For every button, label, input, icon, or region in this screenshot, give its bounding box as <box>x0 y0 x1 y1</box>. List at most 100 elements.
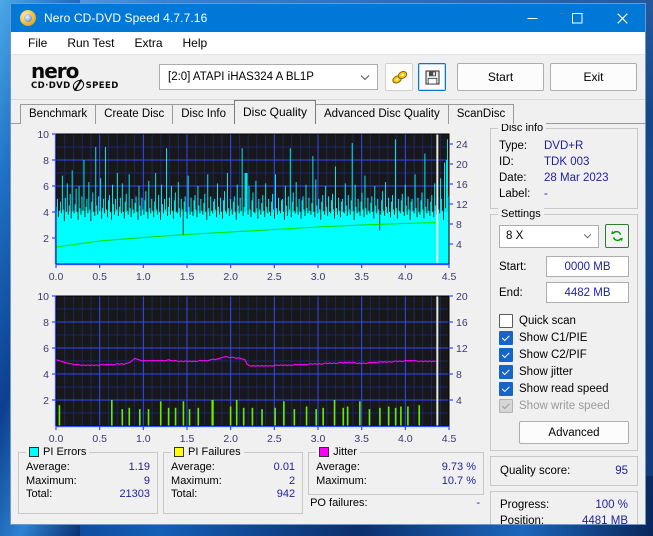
logo-sub-left: CD·DVD <box>31 80 71 91</box>
svg-text:4.0: 4.0 <box>398 433 413 445</box>
tab-content-disc-quality: 2 4 6 8 10 4 8 12 16 20 24 0.0 0.5 1.0 1.5 2.0 2.5 3.0 3.5… <box>11 122 645 524</box>
pi-failures-swatch <box>174 447 185 457</box>
quality-score-label: Quality score: <box>500 465 571 477</box>
disc-label-label: Label: <box>499 188 531 200</box>
svg-text:2.5: 2.5 <box>267 433 282 445</box>
jitter-pif-chart-svg[interactable]: 2 4 6 8 10 4 8 12 16 20 0.0 0.5 1.0 1.5 2.0 2.5 3.0 3.5 4.… <box>18 290 477 448</box>
checkbox-quick-scan[interactable]: Quick scan <box>499 312 629 329</box>
disc-type-value: DVD+R <box>544 140 584 152</box>
pi-failures-legend-label: PI Failures <box>188 446 241 458</box>
pi-failures-stats: PI Failures Average: 0.01 Maximum: 2 Total… <box>163 446 304 514</box>
checkbox-box <box>499 330 513 345</box>
checkbox-show-read-speed[interactable]: Show read speed <box>499 380 629 397</box>
pi-failures-total-value: 942 <box>276 488 296 500</box>
progress-value: 100 % <box>595 499 628 511</box>
window-title: Nero CD-DVD Speed 4.7.7.16 <box>44 11 208 25</box>
quality-score-box: Quality score: 95 <box>490 456 638 486</box>
checkbox-box <box>499 364 513 379</box>
speed-select[interactable]: 8 X <box>499 224 599 248</box>
checkbox-label: Show C1/PIE <box>519 331 588 344</box>
jitter-maximum-value: 10.7 % <box>441 474 476 487</box>
eject-disc-button[interactable] <box>385 63 413 91</box>
end-mb-label: End: <box>499 286 523 299</box>
pi-failures-total-label: Total: <box>171 488 198 500</box>
save-results-button[interactable] <box>418 63 446 91</box>
refresh-button[interactable] <box>605 224 629 248</box>
pi-errors-chart: 2 4 6 8 10 4 8 12 16 20 24 0.0 0.5 1.0 1.5 2.0 2.5 3.0 3.5… <box>18 128 484 286</box>
eject-disc-icon <box>391 70 407 83</box>
exit-button[interactable]: Exit <box>550 63 637 91</box>
end-mb-field[interactable]: 4482 MB <box>546 282 629 303</box>
tab-disc-quality[interactable]: Disc Quality <box>234 100 317 124</box>
pi-errors-average-value: 1.19 <box>128 461 151 473</box>
progress-label: Progress: <box>500 499 550 511</box>
svg-text:4.0: 4.0 <box>398 271 413 283</box>
chevron-down-icon <box>353 74 377 81</box>
svg-text:2.0: 2.0 <box>223 433 238 445</box>
app-icon <box>20 10 36 26</box>
svg-text:20: 20 <box>456 159 468 171</box>
svg-text:4.5: 4.5 <box>442 433 457 445</box>
checkbox-box <box>499 381 513 396</box>
settings-legend: Settings <box>498 208 544 220</box>
progress-box: Progress:100 % Position:4481 MB Speed:8.… <box>490 491 638 524</box>
menu-extra[interactable]: Extra <box>125 33 171 53</box>
pi-failures-average-label: Average: <box>171 461 215 473</box>
checkbox-box <box>499 398 513 413</box>
svg-text:16: 16 <box>456 179 468 191</box>
checkbox-show-write-speed: Show write speed <box>499 397 629 414</box>
pi-errors-chart-svg[interactable]: 24681048121620240.0 0.5 1.0 1.5 2.0 2.5 3.0 3.5… <box>18 128 477 286</box>
checkbox-label: Show write speed <box>519 399 610 412</box>
statistics-row: PI Errors Average: 1.19 Maximum: 9 Total: 2… <box>18 446 484 514</box>
svg-text:4: 4 <box>456 239 462 251</box>
disc-label-value: - <box>544 188 548 200</box>
tab-scandisc[interactable]: ScanDisc <box>447 104 515 124</box>
close-button[interactable] <box>600 4 645 32</box>
nero-logo: nero CD·DVD SPEED <box>19 59 159 91</box>
tab-disc-info[interactable]: Disc Info <box>172 104 235 124</box>
tab-advanced-disc-quality[interactable]: Advanced Disc Quality <box>315 104 449 124</box>
svg-text:3.0: 3.0 <box>311 433 326 445</box>
menu-run-test[interactable]: Run Test <box>58 33 123 53</box>
drive-select[interactable]: [2:0] ATAPI iHAS324 A BL1P <box>159 64 378 90</box>
svg-text:8: 8 <box>43 317 49 329</box>
advanced-button[interactable]: Advanced <box>519 421 629 444</box>
tab-strip: Benchmark Create Disc Disc Info Disc Qua… <box>11 100 645 124</box>
tab-benchmark[interactable]: Benchmark <box>20 104 97 124</box>
start-button[interactable]: Start <box>457 63 544 91</box>
svg-text:4.5: 4.5 <box>442 271 457 283</box>
svg-text:10: 10 <box>37 291 49 303</box>
svg-text:1.0: 1.0 <box>136 271 151 283</box>
po-failures-label: PO failures: <box>310 497 368 509</box>
speed-select-value: 8 X <box>506 230 524 242</box>
menu-bar: File Run Test Extra Help <box>11 32 645 55</box>
logo-wordmark: nero <box>31 59 79 83</box>
svg-text:1.5: 1.5 <box>180 433 195 445</box>
checkbox-show-c1-pie[interactable]: Show C1/PIE <box>499 329 629 346</box>
svg-text:6: 6 <box>43 181 49 193</box>
svg-text:8: 8 <box>456 219 462 231</box>
pi-errors-maximum-value: 9 <box>143 474 151 487</box>
menu-file[interactable]: File <box>19 33 56 53</box>
checkbox-label: Show jitter <box>519 365 573 378</box>
checkbox-show-jitter[interactable]: Show jitter <box>499 363 629 380</box>
window-controls <box>510 4 645 32</box>
menu-help[interactable]: Help <box>174 33 217 53</box>
pi-failures-maximum-label: Maximum: <box>171 474 222 487</box>
tab-create-disc[interactable]: Create Disc <box>95 104 174 124</box>
start-mb-field[interactable]: 0000 MB <box>546 256 629 277</box>
svg-text:3.0: 3.0 <box>311 271 326 283</box>
checkbox-label: Show read speed <box>519 382 609 395</box>
jitter-stats: Jitter Average: 9.73 % Maximum: 10.7 % <box>308 446 484 495</box>
minimize-button[interactable] <box>510 4 555 32</box>
maximize-button[interactable] <box>555 4 600 32</box>
pi-failures-legend: PI Failures <box>171 446 244 458</box>
checkbox-label: Quick scan <box>519 314 576 327</box>
checkbox-show-c2-pif[interactable]: Show C2/PIF <box>499 346 629 363</box>
svg-text:8: 8 <box>43 155 49 167</box>
po-failures-row: PO failures: - <box>308 495 484 509</box>
svg-text:24: 24 <box>456 139 468 151</box>
drive-select-value: [2:0] ATAPI iHAS324 A BL1P <box>168 71 314 83</box>
svg-text:16: 16 <box>456 317 468 329</box>
logo-sub-right: SPEED <box>85 80 119 91</box>
